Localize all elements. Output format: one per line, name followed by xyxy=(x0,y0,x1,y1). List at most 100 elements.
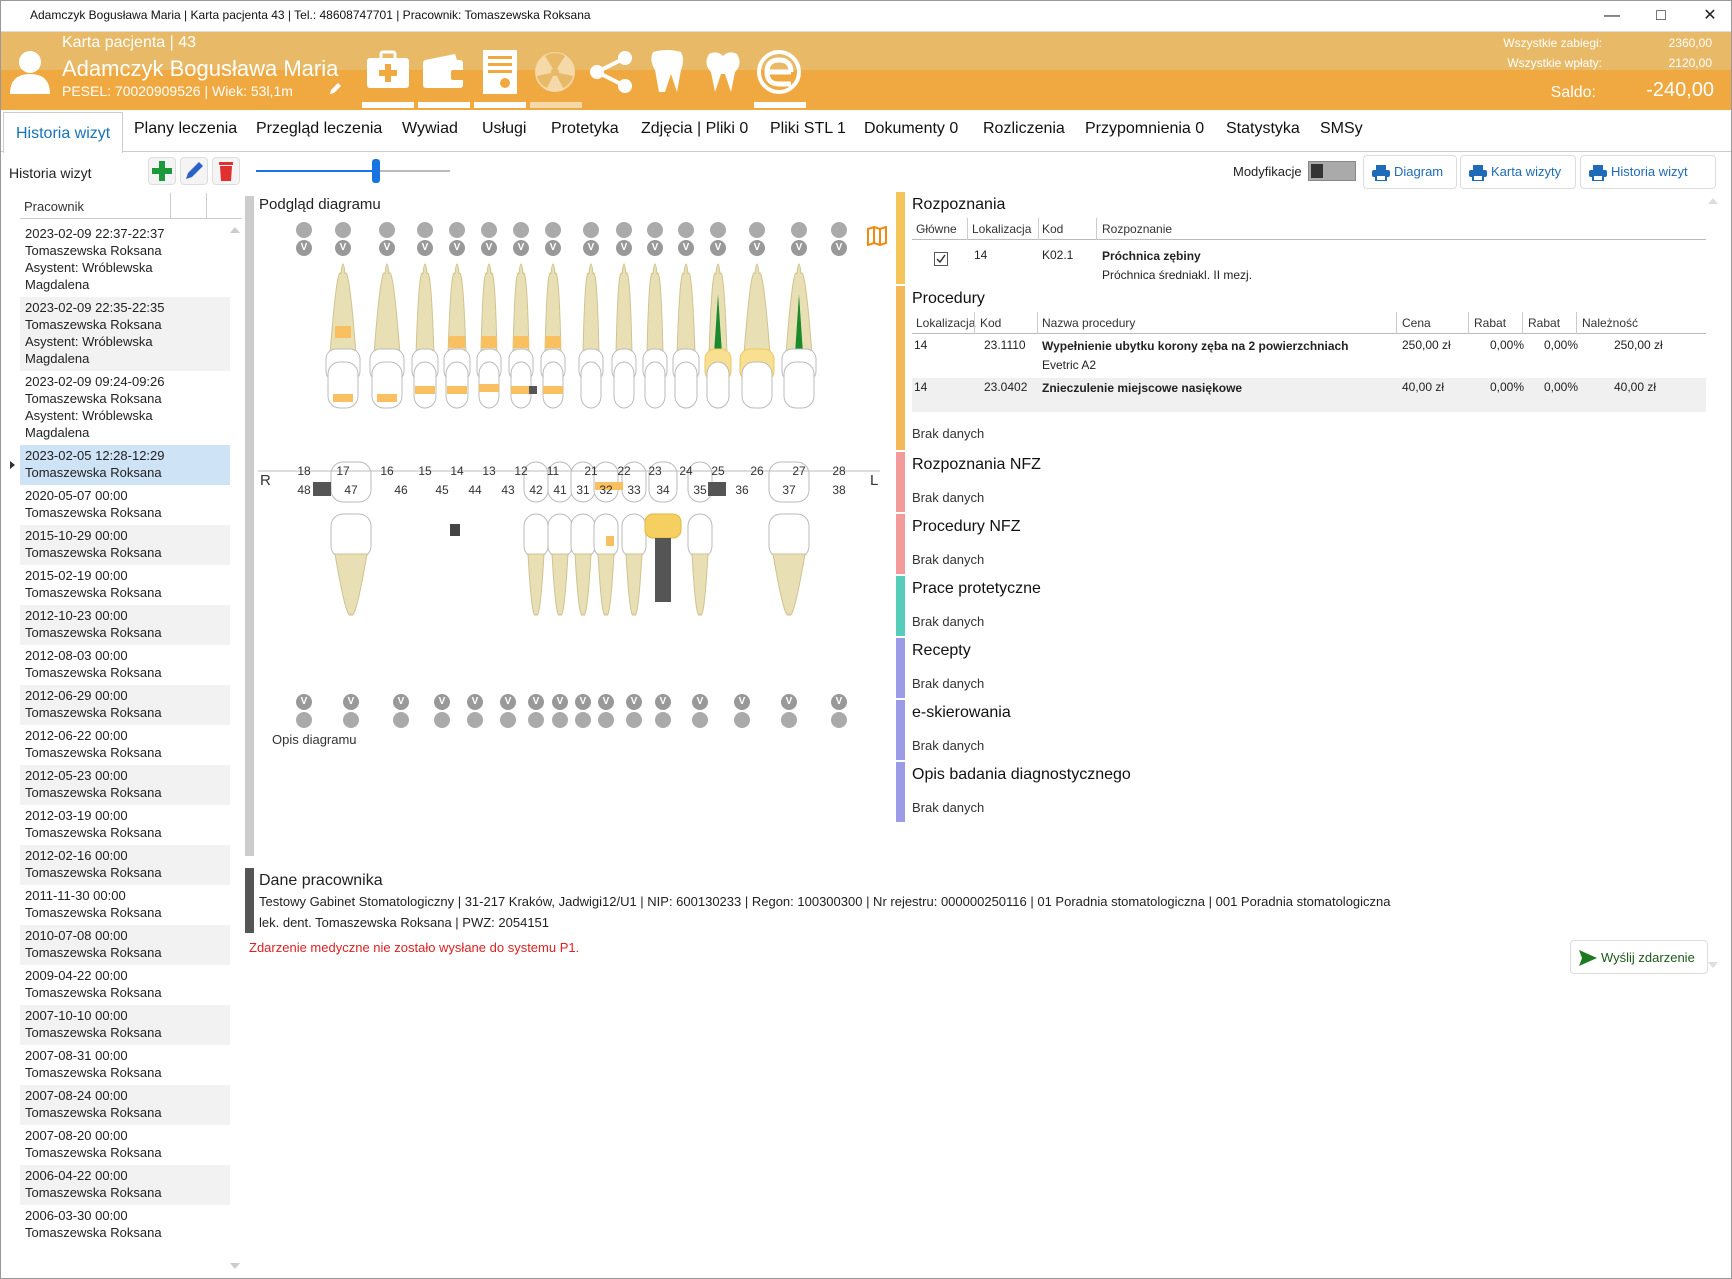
tooth-status-dot[interactable] xyxy=(434,712,450,728)
tooth-number[interactable]: 42 xyxy=(524,483,548,497)
tooth-root[interactable] xyxy=(597,553,615,616)
visit-list-item[interactable]: 2011-11-30 00:00 Tomaszewska Roksana xyxy=(20,885,230,925)
tooth-status-dot[interactable] xyxy=(692,712,708,728)
tooth-crown[interactable] xyxy=(547,513,573,559)
tooth-root[interactable] xyxy=(527,553,545,616)
tooth-v-marker[interactable]: V xyxy=(481,240,497,256)
tooth-status-dot[interactable] xyxy=(335,222,351,238)
tooth-number[interactable]: 11 xyxy=(541,464,565,478)
tooth-root[interactable] xyxy=(676,263,696,355)
filling-mark[interactable] xyxy=(606,536,614,546)
tooth-root[interactable] xyxy=(334,553,368,616)
visit-list-item[interactable]: 2023-02-09 22:35-22:35 Tomaszewska Roksan… xyxy=(20,297,230,371)
tooth-status-dot[interactable] xyxy=(481,222,497,238)
tooth-number[interactable]: 38 xyxy=(827,483,851,497)
tooth-root[interactable] xyxy=(574,553,592,616)
tooth-number[interactable]: 18 xyxy=(292,464,316,478)
filling-mark[interactable] xyxy=(415,386,435,394)
tooth-v-marker[interactable]: V xyxy=(417,240,433,256)
tooth-occlusal[interactable] xyxy=(613,361,635,409)
filling-mark[interactable] xyxy=(481,336,497,348)
tooth-number[interactable]: 25 xyxy=(706,464,730,478)
tooth-status-dot[interactable] xyxy=(678,222,694,238)
filling-mark[interactable] xyxy=(479,384,499,392)
minimize-icon[interactable]: — xyxy=(1592,3,1632,29)
tooth-occlusal[interactable] xyxy=(783,361,815,409)
tooth-status-dot[interactable] xyxy=(655,712,671,728)
tooth-occlusal[interactable] xyxy=(413,361,437,409)
rozpoznanie-row[interactable]: 14 K02.1 Próchnica zębiny Próchnica śred… xyxy=(912,248,1706,282)
certificate-icon[interactable] xyxy=(474,40,526,108)
tooth-number[interactable]: 33 xyxy=(622,483,646,497)
tooth-occlusal[interactable] xyxy=(510,361,532,409)
tooth-v-marker[interactable]: V xyxy=(343,694,359,710)
visit-list-item[interactable]: 2012-06-22 00:00 Tomaszewska Roksana xyxy=(20,725,230,765)
procedura-row[interactable]: 14 23.1110 Wypełnienie ubytku korony zęb… xyxy=(912,338,1706,378)
tooth-number[interactable]: 35 xyxy=(688,483,712,497)
tab-historia-wizyt[interactable]: Historia wizyt xyxy=(3,112,124,153)
implant-screw[interactable] xyxy=(655,538,671,602)
maximize-icon[interactable]: □ xyxy=(1641,3,1681,29)
tooth-number[interactable]: 13 xyxy=(477,464,501,478)
tooth-number[interactable]: 12 xyxy=(509,464,533,478)
tooth-v-marker[interactable]: V xyxy=(749,240,765,256)
visit-list-item[interactable]: 2023-02-09 22:37-22:37 Tomaszewska Roksan… xyxy=(20,223,230,297)
tab-smsy[interactable]: SMSy xyxy=(1320,120,1363,138)
tooth-v-marker[interactable]: V xyxy=(781,694,797,710)
filling-mark[interactable] xyxy=(333,394,353,402)
tooth-v-marker[interactable]: V xyxy=(528,694,544,710)
filling-mark[interactable] xyxy=(511,386,531,394)
tooth-status-dot[interactable] xyxy=(647,222,663,238)
tooth-root[interactable] xyxy=(415,263,435,355)
tooth-v-marker[interactable]: V xyxy=(296,694,312,710)
tooth-root[interactable] xyxy=(329,263,357,355)
tooth-number[interactable]: 15 xyxy=(413,464,437,478)
tab-wywiad[interactable]: Wywiad xyxy=(402,120,458,138)
tab-uslugi[interactable]: Usługi xyxy=(482,120,526,138)
tab-rozliczenia[interactable]: Rozliczenia xyxy=(983,120,1065,138)
tooth-status-dot[interactable] xyxy=(500,712,516,728)
visit-list-item[interactable]: 2007-08-20 00:00 Tomaszewska Roksana xyxy=(20,1125,230,1165)
tooth-status-dot[interactable] xyxy=(449,222,465,238)
tooth-status-dot[interactable] xyxy=(545,222,561,238)
tooth-number[interactable]: 26 xyxy=(745,464,769,478)
tooth-crown[interactable] xyxy=(687,513,713,559)
tooth-v-marker[interactable]: V xyxy=(647,240,663,256)
modyfikacje-toggle[interactable] xyxy=(1308,161,1356,181)
tooth-status-dot[interactable] xyxy=(528,712,544,728)
tooth-number[interactable]: 32 xyxy=(594,483,618,497)
tooth-status-dot[interactable] xyxy=(710,222,726,238)
caries-mark[interactable] xyxy=(529,386,537,394)
tab-protetyka[interactable]: Protetyka xyxy=(551,120,619,138)
tooth-occlusal[interactable] xyxy=(542,361,564,409)
tooth-status-dot[interactable] xyxy=(296,712,312,728)
visit-list-item[interactable]: 2023-02-05 12:28-12:29 Tomaszewska Roksan… xyxy=(20,445,230,485)
tab-przypomnienia[interactable]: Przypomnienia 0 xyxy=(1085,120,1204,138)
tooth-v-marker[interactable]: V xyxy=(710,240,726,256)
tooth-root[interactable] xyxy=(625,553,643,616)
tooth-crown[interactable] xyxy=(330,513,372,559)
tooth-root[interactable] xyxy=(691,553,709,616)
tooth-root[interactable] xyxy=(582,263,600,355)
edit-patient-pencil-icon[interactable] xyxy=(328,82,342,96)
tooth-crown[interactable] xyxy=(523,513,549,559)
visit-list-item[interactable]: 2012-10-23 00:00 Tomaszewska Roksana xyxy=(20,605,230,645)
tooth-root[interactable] xyxy=(615,263,633,355)
tooth-number[interactable]: 22 xyxy=(612,464,636,478)
tooth-status-dot[interactable] xyxy=(575,712,591,728)
first-aid-kit-icon[interactable] xyxy=(362,40,414,108)
tab-plany-leczenia[interactable]: Plany leczenia xyxy=(134,120,237,138)
tooth-number[interactable]: 45 xyxy=(430,483,454,497)
tooth-number[interactable]: 21 xyxy=(579,464,603,478)
tooth-status-dot[interactable] xyxy=(296,222,312,238)
tooth-status-dot[interactable] xyxy=(749,222,765,238)
tooth-number[interactable]: 16 xyxy=(375,464,399,478)
tooth-number[interactable]: 44 xyxy=(463,483,487,497)
tooth-occlusal[interactable] xyxy=(674,361,698,409)
e-prescription-icon[interactable] xyxy=(754,40,806,108)
tooth-number[interactable]: 17 xyxy=(331,464,355,478)
tooth-crown[interactable] xyxy=(621,513,647,559)
print-karta-wizyty-button[interactable]: Karta wizyty xyxy=(1460,155,1576,189)
tooth-occlusal[interactable] xyxy=(706,361,730,409)
tooth-number[interactable]: 48 xyxy=(292,483,316,497)
